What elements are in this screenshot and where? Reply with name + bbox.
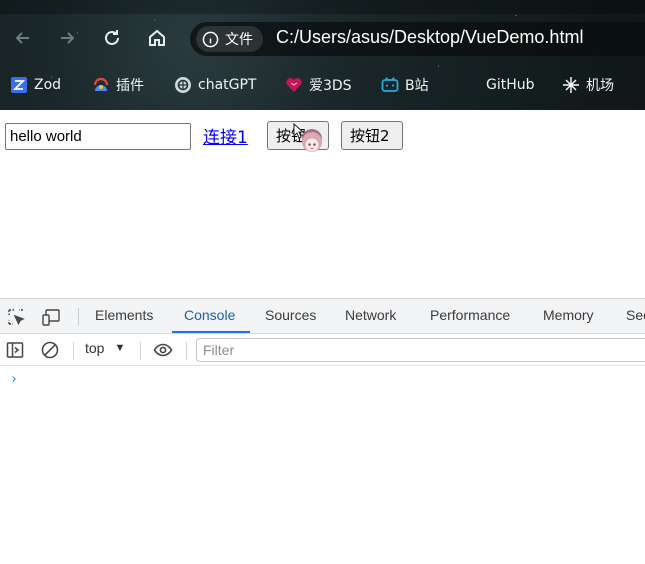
home-button[interactable]: [145, 26, 169, 50]
sidebar-icon: [6, 342, 24, 358]
zod-icon: [10, 76, 28, 94]
console-filter-input[interactable]: [196, 338, 645, 362]
text-input[interactable]: [5, 123, 191, 150]
tab-network[interactable]: Network: [345, 307, 396, 323]
toolbar-divider: [78, 308, 79, 326]
device-icon: [42, 309, 60, 326]
inspect-icon: [8, 309, 25, 326]
reload-button[interactable]: [100, 26, 124, 50]
live-expression-button[interactable]: [152, 339, 174, 361]
tab-sources[interactable]: Sources: [265, 307, 316, 323]
heart-icon: [285, 76, 303, 94]
toolbar-divider: [140, 342, 141, 360]
device-toolbar-button[interactable]: [40, 306, 62, 328]
bookmarks-bar: Zod 插件 chatGPT 爱3DS B站 GitHub 机场: [0, 70, 645, 100]
active-tab-indicator: [172, 331, 250, 333]
back-button[interactable]: [11, 26, 35, 50]
caret-down-icon: ▼: [114, 342, 126, 354]
button-2[interactable]: 按钮2: [341, 121, 403, 150]
arrow-right-icon: [61, 32, 75, 44]
bookmark-label: GitHub: [486, 77, 535, 93]
browser-chrome: 文件 C:/Users/asus/Desktop/VueDemo.html Zo…: [0, 0, 645, 110]
github-icon: [462, 76, 480, 94]
bookmark-plugins[interactable]: 插件: [92, 70, 144, 100]
bookmark-bilibili[interactable]: B站: [381, 70, 429, 100]
plane-icon: [562, 76, 580, 94]
bookmark-label: 爱3DS: [309, 78, 352, 94]
link-1[interactable]: 连接1: [203, 123, 248, 148]
bookmark-airport[interactable]: 机场: [562, 70, 614, 100]
tab-security[interactable]: Sec: [626, 307, 645, 323]
devtools-tab-bar: Elements Console Sources Network Perform…: [0, 299, 645, 334]
clear-console-button[interactable]: [39, 339, 61, 361]
context-selector[interactable]: top ▼: [85, 340, 125, 356]
toolbar-divider: [73, 342, 74, 360]
reload-icon: [105, 30, 119, 45]
bilibili-icon: [381, 76, 399, 94]
extension-icon: [92, 76, 110, 94]
devtools-panel: Elements Console Sources Network Perform…: [0, 298, 645, 564]
console-toolbar: top ▼: [0, 334, 645, 366]
arrow-left-icon: [15, 32, 29, 44]
anime-cursor-icon: [293, 122, 322, 152]
show-sidebar-button[interactable]: [4, 339, 26, 361]
bookmark-zod[interactable]: Zod: [10, 70, 61, 100]
bookmark-github[interactable]: GitHub: [462, 70, 535, 100]
console-prompt[interactable]: ›: [10, 372, 18, 387]
bookmark-label: B站: [405, 78, 429, 94]
home-icon: [149, 29, 165, 46]
tab-console[interactable]: Console: [184, 307, 235, 323]
bookmark-3ds[interactable]: 爱3DS: [285, 70, 352, 100]
forward-button[interactable]: [55, 26, 79, 50]
openai-icon: [174, 76, 192, 94]
tab-elements[interactable]: Elements: [95, 307, 153, 323]
bookmark-label: chatGPT: [198, 77, 257, 93]
site-info-label: 文件: [225, 32, 253, 48]
eye-icon: [153, 343, 173, 357]
bookmark-label: 机场: [586, 78, 614, 94]
bookmark-chatgpt[interactable]: chatGPT: [174, 70, 256, 100]
tab-memory[interactable]: Memory: [543, 307, 594, 323]
info-icon: [202, 31, 219, 47]
toolbar-divider: [186, 342, 187, 360]
inspect-element-button[interactable]: [5, 306, 27, 328]
tab-strip: [0, 0, 645, 14]
site-info-chip[interactable]: 文件: [196, 26, 263, 52]
tab-performance[interactable]: Performance: [430, 307, 510, 323]
context-label: top: [85, 340, 105, 356]
bookmark-label: 插件: [116, 78, 144, 94]
clear-icon: [41, 341, 59, 359]
bookmark-label: Zod: [34, 77, 62, 93]
url-text[interactable]: C:/Users/asus/Desktop/VueDemo.html: [276, 27, 583, 48]
